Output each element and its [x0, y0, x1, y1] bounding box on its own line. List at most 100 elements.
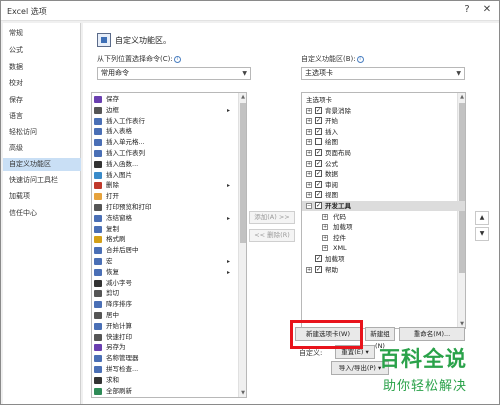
command-item[interactable]: 减小字号	[94, 279, 230, 288]
expand-icon[interactable]: +	[322, 213, 328, 220]
sidebar-item[interactable]: 加载项	[3, 190, 81, 203]
tree-item[interactable]: + ✓ 开始	[302, 116, 465, 126]
tab-checkbox[interactable]: ✓	[315, 149, 322, 156]
expand-icon[interactable]: +	[306, 150, 312, 156]
tree-item[interactable]: + 代码	[302, 212, 465, 222]
tab-checkbox[interactable]: ✓	[315, 191, 322, 199]
command-item[interactable]: 格式刷	[94, 235, 230, 244]
expand-icon[interactable]: +	[306, 118, 312, 125]
expand-icon[interactable]: +	[306, 139, 312, 146]
move-up-button[interactable]: ▲	[475, 211, 489, 225]
command-item[interactable]: 另存为	[94, 343, 230, 352]
command-item[interactable]: 拼写检查...	[94, 365, 230, 374]
remove-button[interactable]: << 删除(R)	[249, 229, 295, 242]
tree-item[interactable]: + XML	[302, 243, 465, 253]
expand-icon[interactable]: +	[322, 245, 328, 252]
move-down-button[interactable]: ▼	[475, 227, 489, 241]
command-item[interactable]: 降序排序	[94, 300, 230, 309]
new-group-button[interactable]: 新建组(N)	[365, 327, 395, 350]
tab-checkbox[interactable]	[315, 138, 322, 146]
command-item[interactable]: 剪切	[94, 289, 230, 298]
tree-item[interactable]: ✓ 加载项	[302, 254, 465, 264]
tree-item-label: 插入	[325, 127, 338, 136]
ribbon-tabs-tree[interactable]: ▲ ▼ 主选项卡 + ✓ 背景消除 + ✓ 开始 + ✓ 插入 + 绘图 + ✓ 页面布局 + ✓ 公式 + ✓ 数据 +…	[301, 92, 466, 329]
tab-checkbox[interactable]: ✓	[315, 202, 322, 209]
command-item[interactable]: 保存	[94, 95, 230, 104]
command-item[interactable]: 删除 ▸	[94, 181, 230, 190]
sidebar-item[interactable]: 常规	[3, 27, 81, 40]
add-button[interactable]: 添加(A) >>	[249, 211, 295, 224]
tree-item[interactable]: + ✓ 插入	[302, 127, 465, 137]
command-item[interactable]: 插入工作表列	[94, 149, 230, 158]
expand-icon[interactable]: +	[306, 266, 312, 273]
sidebar-item[interactable]: 校对	[3, 77, 81, 90]
tree-item[interactable]: + 控件	[302, 233, 465, 243]
expand-icon[interactable]: +	[306, 128, 312, 135]
tab-checkbox[interactable]: ✓	[315, 106, 322, 114]
sidebar-item[interactable]: 公式	[3, 44, 81, 57]
command-item[interactable]: 打开	[94, 192, 230, 201]
sidebar-item[interactable]: 轻松访问	[3, 126, 81, 139]
sidebar-item[interactable]: 信任中心	[3, 207, 81, 220]
sidebar-item[interactable]: 自定义功能区	[3, 158, 81, 171]
expand-icon[interactable]: +	[306, 160, 312, 167]
command-item[interactable]: 插入函数...	[94, 160, 230, 169]
tab-checkbox[interactable]: ✓	[315, 255, 322, 262]
expand-icon[interactable]: +	[306, 192, 312, 199]
tree-item[interactable]: + ✓ 公式	[302, 159, 465, 169]
command-item[interactable]: 宏 ▸	[94, 257, 230, 266]
customize-ribbon-dropdown[interactable]: 主选项卡 ▼	[301, 67, 465, 80]
expand-icon[interactable]: +	[306, 171, 312, 178]
expand-icon[interactable]: +	[306, 107, 312, 114]
command-item[interactable]: 插入图片	[94, 171, 230, 180]
command-item[interactable]: 合并后居中	[94, 246, 230, 255]
command-item[interactable]: 插入表格	[94, 127, 230, 136]
scroll-up-icon[interactable]: ▲	[239, 93, 246, 101]
tab-checkbox[interactable]: ✓	[315, 265, 322, 273]
command-item[interactable]: 全部刷新	[94, 387, 230, 396]
sidebar-item[interactable]: 快速访问工具栏	[3, 174, 81, 187]
tab-checkbox[interactable]: ✓	[315, 127, 322, 135]
tree-item[interactable]: + ✓ 背景消除	[302, 106, 465, 116]
expand-icon[interactable]: +	[322, 234, 328, 241]
tree-item[interactable]: + ✓ 视图	[302, 190, 465, 200]
expand-icon[interactable]: +	[306, 181, 312, 188]
tree-item[interactable]: + 加载项	[302, 222, 465, 232]
sidebar-item[interactable]: 数据	[3, 61, 81, 74]
command-item[interactable]: 插入工作表行	[94, 117, 230, 126]
command-item[interactable]: 求和	[94, 376, 230, 385]
collapse-icon[interactable]: −	[306, 203, 312, 209]
command-item[interactable]: 插入单元格...	[94, 138, 230, 147]
sidebar-item[interactable]: 语言	[3, 110, 81, 123]
tab-checkbox[interactable]: ✓	[315, 159, 322, 167]
command-item[interactable]: 打印预览和打印	[94, 203, 230, 212]
command-item[interactable]: 开始计算	[94, 322, 230, 331]
command-item[interactable]: 居中	[94, 311, 230, 320]
tree-item[interactable]: + ✓ 帮助	[302, 265, 465, 275]
tab-checkbox[interactable]: ✓	[315, 180, 322, 188]
command-item[interactable]: 复制	[94, 225, 230, 234]
tab-checkbox[interactable]: ✓	[315, 117, 322, 125]
scroll-down-icon[interactable]: ▼	[239, 389, 246, 397]
commands-scrollbar[interactable]: ▲ ▼	[238, 93, 246, 397]
sidebar-item[interactable]: 高级	[3, 142, 81, 155]
expand-icon[interactable]: +	[322, 224, 328, 231]
command-item[interactable]: 快速打印	[94, 333, 230, 342]
tab-checkbox[interactable]: ✓	[315, 170, 322, 178]
choose-commands-dropdown[interactable]: 常用命令 ▼	[97, 67, 251, 80]
close-button[interactable]: ✕	[479, 3, 495, 17]
command-item[interactable]: 边框 ▸	[94, 106, 230, 115]
tree-item[interactable]: − ✓ 开发工具	[302, 201, 465, 211]
sidebar-item[interactable]: 保存	[3, 94, 81, 107]
tree-item[interactable]: + ✓ 数据	[302, 169, 465, 179]
command-item[interactable]: 名称管理器	[94, 354, 230, 363]
tree-item[interactable]: + ✓ 页面布局	[302, 148, 465, 158]
command-item[interactable]: 冻结窗格 ▸	[94, 214, 230, 223]
help-button[interactable]: ?	[459, 3, 475, 17]
tree-item[interactable]: + 绘图	[302, 137, 465, 147]
commands-list[interactable]: ▲ ▼ 保存边框 ▸ 插入工作表行 插入表格插入单元格... 插入工作表列 插入函数...…	[91, 92, 247, 398]
scroll-thumb[interactable]	[240, 103, 246, 243]
rename-button[interactable]: 重命名(M)...	[399, 327, 465, 341]
tree-item[interactable]: + ✓ 审阅	[302, 180, 465, 190]
command-item[interactable]: 恢复 ▸	[94, 268, 230, 277]
